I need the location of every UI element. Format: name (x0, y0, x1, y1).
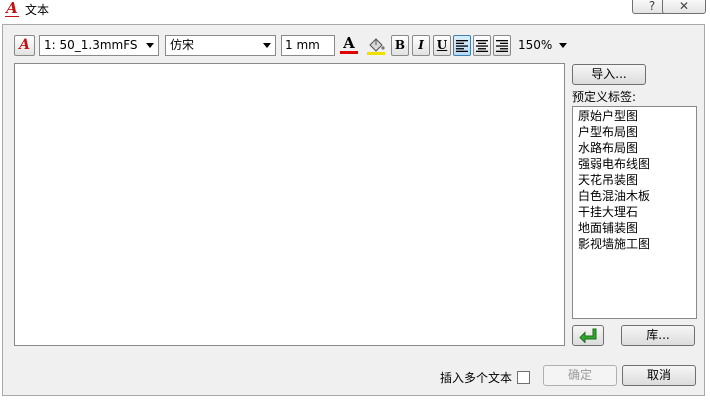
text-style-icon: A (19, 37, 30, 53)
insert-multiple-label: 插入多个文本 (440, 371, 513, 385)
list-item[interactable]: 天花吊装图 (578, 172, 696, 188)
list-item[interactable]: 地面铺装图 (578, 220, 696, 236)
predefined-tags-list[interactable]: 原始户型图 户型布局图 水路布局图 强弱电布线图 天花吊装图 白色混油木板 干挂… (572, 106, 697, 319)
insert-multiple-checkbox[interactable] (517, 371, 530, 384)
list-item[interactable]: 水路布局图 (578, 140, 696, 156)
align-center-icon (476, 40, 488, 52)
text-height-input[interactable]: 1 mm (281, 35, 335, 56)
font-value: 仿宋 (170, 38, 195, 52)
list-item[interactable]: 干挂大理石 (578, 204, 696, 220)
bold-icon: B (394, 38, 406, 52)
italic-icon: I (418, 38, 424, 52)
align-center-button[interactable] (473, 35, 491, 56)
font-color-button[interactable]: A (337, 35, 361, 56)
background-color-button[interactable] (364, 35, 388, 56)
list-item[interactable]: 白色混油木板 (578, 188, 696, 204)
list-item[interactable]: 户型布局图 (578, 124, 696, 140)
zoom-value: 150% (518, 38, 553, 52)
insert-tag-button[interactable] (572, 325, 604, 346)
background-color-swatch (367, 52, 385, 55)
cancel-button[interactable]: 取消 (622, 365, 696, 386)
align-right-button[interactable] (493, 35, 511, 56)
window-title: 文本 (25, 3, 50, 17)
chevron-down-icon (146, 43, 154, 48)
close-button[interactable]: ✕ (662, 0, 706, 14)
ok-button[interactable]: 确定 (543, 365, 617, 386)
list-item[interactable]: 原始户型图 (578, 108, 696, 124)
italic-button[interactable]: I (412, 35, 430, 56)
library-button[interactable]: 库... (621, 325, 695, 346)
align-left-button[interactable] (453, 35, 471, 56)
underline-icon: U (436, 38, 448, 52)
text-style-button[interactable]: A (14, 35, 35, 56)
text-dialog: A 1: 50_1.3mmFS 仿宋 1 mm A B I U 150% 导入.… (2, 24, 705, 396)
list-item[interactable]: 影视墙施工图 (578, 236, 696, 252)
underline-button[interactable]: U (433, 35, 451, 56)
list-item[interactable]: 强弱电布线图 (578, 156, 696, 172)
align-left-icon (456, 40, 468, 52)
chevron-down-icon (263, 43, 271, 48)
text-height-value: 1 mm (285, 38, 320, 52)
font-color-icon: A (343, 34, 355, 52)
bold-button[interactable]: B (391, 35, 409, 56)
text-app-icon: A (5, 0, 19, 17)
zoom-select[interactable]: 150% (514, 35, 572, 56)
text-style-value: 1: 50_1.3mmFS (44, 38, 138, 52)
align-right-icon (496, 40, 508, 52)
text-editor[interactable] (14, 63, 565, 346)
enter-arrow-icon (579, 328, 597, 343)
chevron-down-icon (559, 43, 567, 48)
import-button[interactable]: 导入... (572, 64, 646, 85)
paint-bucket-icon (369, 38, 385, 52)
font-color-swatch (340, 51, 358, 54)
predefined-tags-label: 预定义标签: (572, 90, 637, 104)
font-select[interactable]: 仿宋 (165, 35, 276, 56)
text-style-select[interactable]: 1: 50_1.3mmFS (39, 35, 159, 56)
title-bar: A 文本 ? ✕ (0, 0, 710, 22)
